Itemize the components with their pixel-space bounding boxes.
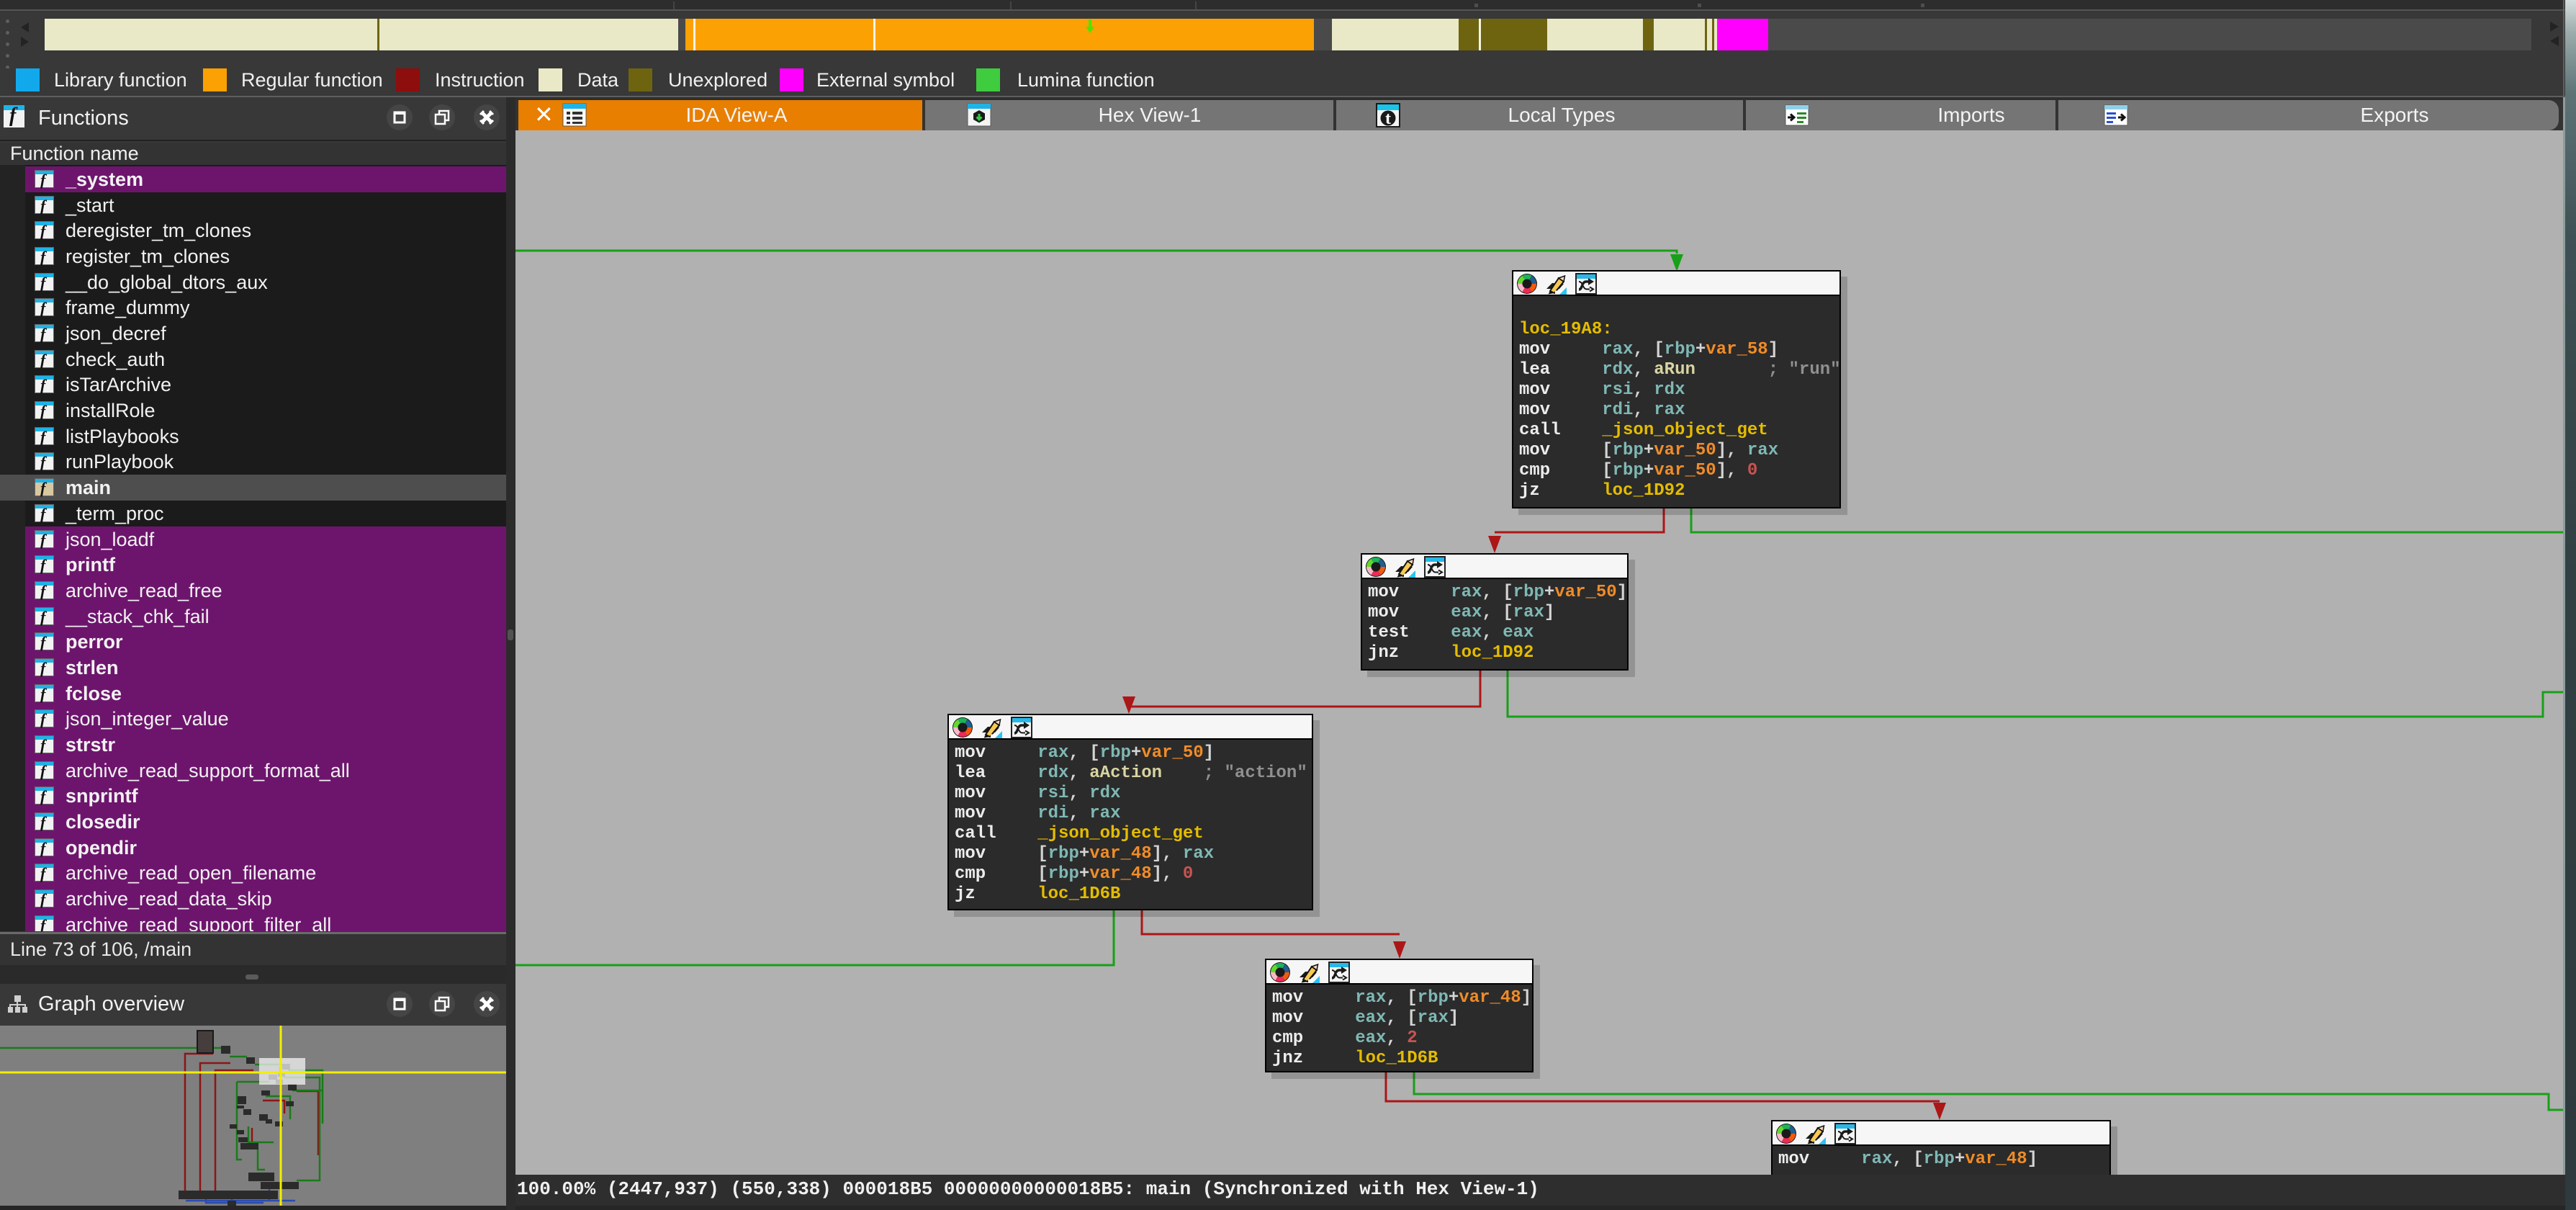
svg-text:t: t <box>1385 109 1391 128</box>
